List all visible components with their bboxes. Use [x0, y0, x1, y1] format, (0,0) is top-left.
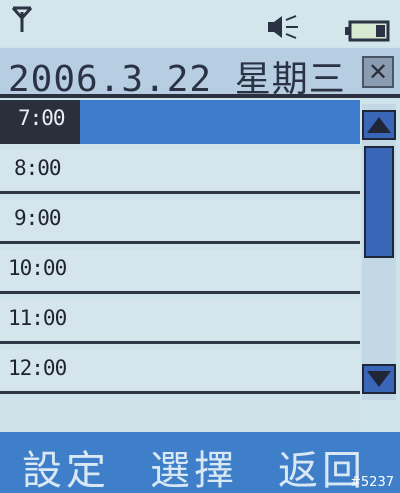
- selected-time-box: 7:00: [0, 100, 80, 144]
- selected-highlight-bar: [80, 100, 360, 144]
- speaker-muted-icon: [268, 15, 298, 39]
- close-button[interactable]: ✕: [362, 56, 394, 88]
- antenna-icon: [12, 6, 32, 32]
- time-slot-row[interactable]: 12:00: [0, 350, 360, 394]
- scroll-up-arrow-icon[interactable]: [362, 110, 396, 140]
- scrollbar-thumb[interactable]: [364, 146, 394, 258]
- status-bar: [0, 0, 400, 46]
- time-slot-row[interactable]: 8:00: [0, 150, 360, 194]
- time-slot-label: 9:00: [14, 206, 62, 230]
- time-slot-label: 11:00: [8, 306, 67, 330]
- date-header: 2006.3.22 星期三: [0, 48, 400, 100]
- battery-icon: [345, 20, 390, 42]
- watermark: #5237: [350, 475, 394, 490]
- softkey-select[interactable]: 選擇: [150, 438, 238, 493]
- time-slot-label: 8:00: [14, 156, 62, 180]
- time-slot-label: 10:00: [8, 256, 67, 280]
- time-slot-row[interactable]: 9:00: [0, 200, 360, 244]
- time-slot-list: 7:00 8:00 9:00 10:00 11:00 12:00: [0, 100, 360, 400]
- softkey-settings[interactable]: 設定: [22, 438, 110, 493]
- time-slot-row[interactable]: 10:00: [0, 250, 360, 294]
- time-slot-row-selected[interactable]: 7:00: [0, 100, 360, 144]
- time-slot-label: 7:00: [18, 106, 66, 130]
- phone-screen: 2006.3.22 星期三 ✕ 7:00 8:00 9:00 10:00 11:…: [0, 0, 400, 493]
- time-slot-label: 12:00: [8, 356, 67, 380]
- scroll-down-arrow-icon[interactable]: [362, 364, 396, 394]
- list-bottom-area: [0, 400, 360, 430]
- time-slot-row[interactable]: 11:00: [0, 300, 360, 344]
- header-divider: [0, 94, 400, 98]
- softkey-bar: 設定 選擇 返回 #5237: [0, 432, 400, 493]
